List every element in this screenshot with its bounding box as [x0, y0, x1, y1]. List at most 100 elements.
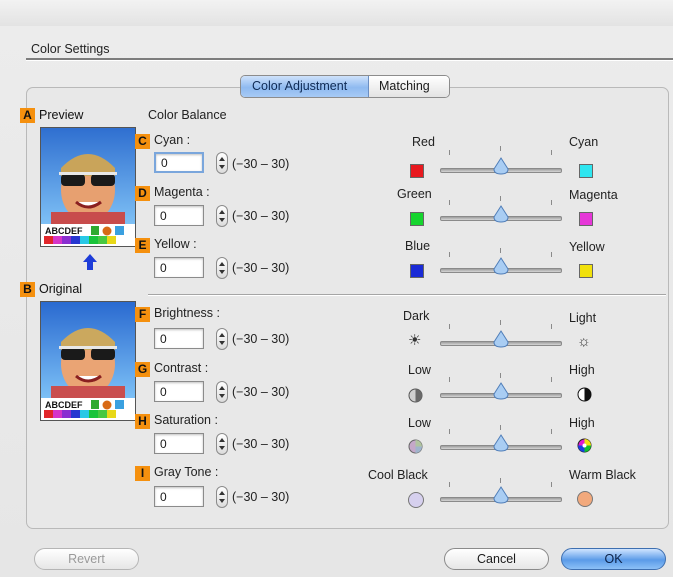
- cyan-stepper[interactable]: [216, 152, 228, 174]
- tick-mark: [449, 377, 450, 382]
- arrow-up-icon: [83, 254, 97, 262]
- warm-black-label: Warm Black: [569, 468, 636, 482]
- tick-mark: [551, 150, 552, 155]
- gray-tone-slider-thumb[interactable]: [492, 486, 510, 504]
- callout-badge-e: E: [135, 238, 150, 253]
- tab-matching[interactable]: Matching: [369, 76, 449, 97]
- high-contrast-icon: [577, 387, 592, 402]
- callout-badge-c: C: [135, 134, 150, 149]
- callout-badge-f: F: [135, 307, 150, 322]
- cyan-swatch: [579, 164, 593, 178]
- cyan-end-label: Cyan: [569, 135, 599, 149]
- tick-mark: [551, 252, 552, 257]
- cool-black-swatch: [408, 492, 424, 508]
- tab-bar: Color Adjustment Matching: [240, 75, 450, 98]
- gray-tone-range: (−30 – 30): [232, 490, 290, 504]
- contrast-slider-thumb[interactable]: [492, 382, 510, 400]
- arrow-up-icon-stem: [87, 262, 93, 270]
- yellow-end-label: Yellow: [569, 240, 605, 254]
- green-swatch: [410, 212, 424, 226]
- title-divider: [26, 58, 673, 61]
- contrast-input[interactable]: 0: [154, 381, 204, 402]
- tick-mark: [500, 196, 501, 201]
- magenta-swatch: [579, 212, 593, 226]
- saturation-input[interactable]: 0: [154, 433, 204, 454]
- saturation-low-label: Low: [408, 416, 431, 430]
- contrast-high-label: High: [569, 363, 595, 377]
- gray-tone-input[interactable]: 0: [154, 486, 204, 507]
- preview-photo: ABCDEF: [41, 128, 135, 244]
- yellow-label: Yellow :: [154, 237, 197, 251]
- tick-mark: [449, 200, 450, 205]
- yellow-stepper[interactable]: [216, 257, 228, 279]
- magenta-input[interactable]: 0: [154, 205, 204, 226]
- low-saturation-icon: [408, 439, 423, 454]
- cool-black-label: Cool Black: [368, 468, 428, 482]
- section-divider: [148, 294, 666, 296]
- contrast-range: (−30 – 30): [232, 385, 290, 399]
- tick-mark: [500, 146, 501, 151]
- dark-sun-icon: ☀: [408, 332, 422, 349]
- saturation-slider-thumb[interactable]: [492, 434, 510, 452]
- light-label: Light: [569, 311, 597, 325]
- dark-label: Dark: [403, 309, 430, 323]
- yellow-slider-thumb[interactable]: [492, 257, 510, 275]
- cyan-input[interactable]: 0: [154, 152, 204, 173]
- brightness-input[interactable]: 0: [154, 328, 204, 349]
- brightness-stepper[interactable]: [216, 328, 228, 350]
- tick-mark: [449, 429, 450, 434]
- brightness-range: (−30 – 30): [232, 332, 290, 346]
- brightness-slider-thumb[interactable]: [492, 330, 510, 348]
- tick-mark: [500, 248, 501, 253]
- saturation-label: Saturation :: [154, 413, 218, 427]
- light-sun-icon: ☼: [577, 333, 591, 350]
- yellow-swatch: [579, 264, 593, 278]
- original-photo: ABCDEF: [41, 302, 135, 418]
- low-contrast-icon: [408, 388, 423, 403]
- cyan-slider-thumb[interactable]: [492, 157, 510, 175]
- gray-tone-label: Gray Tone :: [154, 465, 219, 479]
- callout-badge-b: B: [20, 282, 35, 297]
- blue-label: Blue: [405, 239, 431, 253]
- contrast-stepper[interactable]: [216, 381, 228, 403]
- yellow-input[interactable]: 0: [154, 257, 204, 278]
- contrast-low-label: Low: [408, 363, 431, 377]
- green-label: Green: [397, 187, 432, 201]
- tick-mark: [551, 324, 552, 329]
- magenta-stepper[interactable]: [216, 205, 228, 227]
- tick-mark: [551, 429, 552, 434]
- dialog-top-strip: [0, 0, 673, 26]
- preview-image: ABCDEF: [40, 127, 136, 247]
- print-dialog-window: Color Settings Color Adjustment Matching…: [0, 0, 673, 577]
- section-title: Color Settings: [31, 42, 110, 56]
- red-label: Red: [412, 135, 435, 149]
- callout-badge-d: D: [135, 186, 150, 201]
- original-palette-text: ABCDEF: [45, 400, 83, 410]
- magenta-label: Magenta :: [154, 185, 210, 199]
- tick-mark: [449, 150, 450, 155]
- high-saturation-icon: [577, 438, 592, 453]
- contrast-label: Contrast :: [154, 361, 209, 375]
- tick-mark: [500, 478, 501, 483]
- tick-mark: [500, 320, 501, 325]
- color-balance-heading: Color Balance: [148, 108, 227, 122]
- saturation-stepper[interactable]: [216, 433, 228, 455]
- gray-tone-stepper[interactable]: [216, 486, 228, 508]
- tick-mark: [551, 200, 552, 205]
- magenta-slider-thumb[interactable]: [492, 205, 510, 223]
- blue-swatch: [410, 264, 424, 278]
- cyan-range: (−30 – 30): [232, 157, 290, 171]
- preview-palette-text: ABCDEF: [45, 226, 83, 236]
- cancel-button[interactable]: Cancel: [444, 548, 549, 570]
- revert-button[interactable]: Revert: [34, 548, 139, 570]
- ok-button[interactable]: OK: [561, 548, 666, 570]
- tab-color-adjustment[interactable]: Color Adjustment: [241, 76, 369, 97]
- original-image: ABCDEF: [40, 301, 136, 421]
- warm-black-swatch: [577, 491, 593, 507]
- red-swatch: [410, 164, 424, 178]
- callout-badge-a: A: [20, 108, 35, 123]
- tick-mark: [551, 482, 552, 487]
- tick-mark: [449, 482, 450, 487]
- tick-mark: [500, 373, 501, 378]
- callout-badge-h: H: [135, 414, 150, 429]
